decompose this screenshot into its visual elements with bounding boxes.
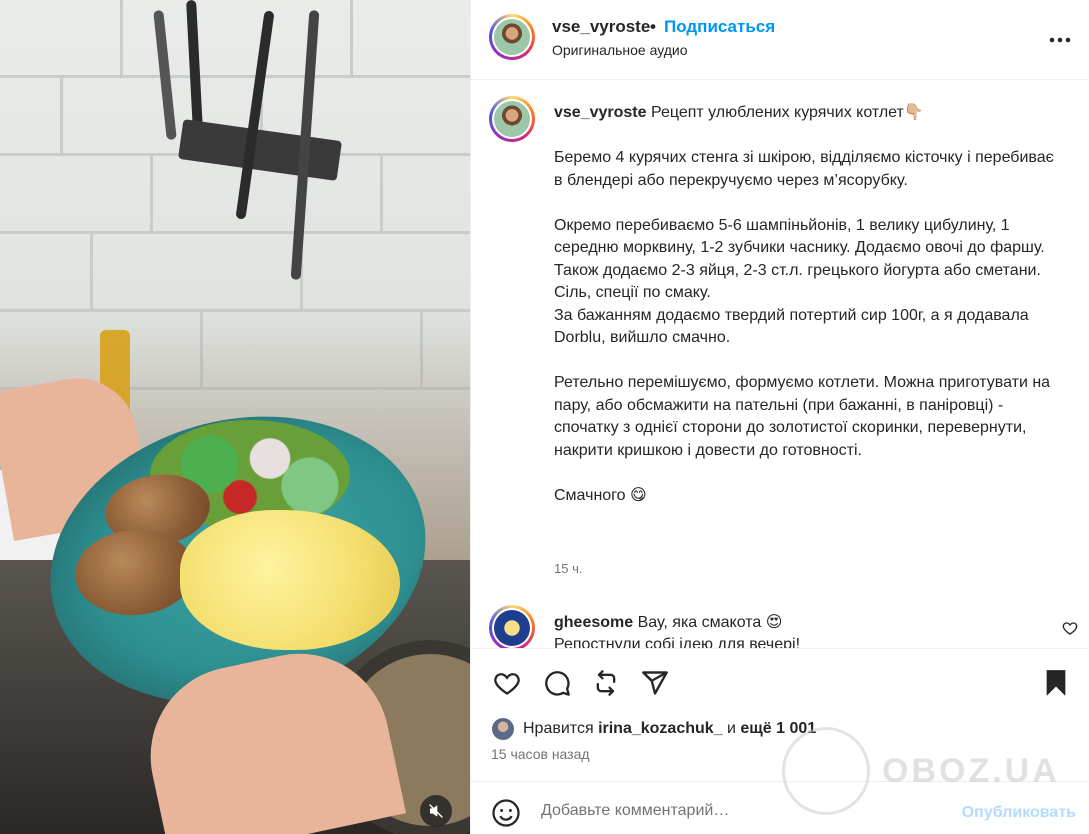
- likes-count[interactable]: ещё 1 001: [740, 720, 816, 738]
- mute-icon: [429, 804, 443, 818]
- audio-link[interactable]: Оригинальное аудио: [552, 42, 688, 58]
- caption-username[interactable]: vse_vyroste: [554, 104, 647, 121]
- heart-icon: [494, 673, 520, 695]
- post-media-video[interactable]: [0, 0, 470, 834]
- author-username[interactable]: vse_vyroste: [552, 17, 650, 37]
- post-header: vse_vyroste • Подписаться Оригинальное а…: [471, 0, 1089, 80]
- author-avatar[interactable]: [489, 14, 535, 60]
- emoji-icon[interactable]: [491, 798, 521, 828]
- post-panel: vse_vyroste • Подписаться Оригинальное а…: [470, 0, 1089, 834]
- share-button[interactable]: [639, 667, 671, 699]
- share-icon: [642, 671, 668, 695]
- comment-heart-icon[interactable]: [1062, 620, 1078, 636]
- repost-button[interactable]: [590, 667, 622, 699]
- comment-input[interactable]: [541, 794, 941, 828]
- likes-conj: и: [727, 720, 736, 737]
- post-caption: vse_vyroste Рецепт улюблених курячих кот…: [554, 102, 1054, 507]
- action-bar: [471, 648, 1089, 718]
- liker-username[interactable]: irina_kozachuk_: [598, 720, 723, 738]
- add-comment-bar: Опубликовать: [471, 781, 1089, 834]
- mute-button[interactable]: [420, 795, 452, 827]
- likes-prefix: Нравится: [523, 720, 594, 737]
- comment-body: gheesome Вау, яка смакота 😍 Репостнули с…: [554, 612, 1034, 648]
- caption-text: Рецепт улюблених курячих котлет👇🏼 Беремо…: [554, 104, 1054, 504]
- mashed-potatoes: [180, 510, 400, 650]
- liker-avatar: [491, 717, 515, 741]
- publish-button[interactable]: Опубликовать: [962, 804, 1076, 822]
- comment-button[interactable]: [541, 667, 573, 699]
- caption-author-avatar[interactable]: [489, 96, 535, 142]
- post-timestamp[interactable]: 15 часов назад: [491, 746, 590, 762]
- likes-summary[interactable]: Нравится irina_kozachuk_ и ещё 1 001: [491, 716, 816, 742]
- separator-dot: •: [650, 17, 656, 36]
- comments-scroll-area[interactable]: vse_vyroste Рецепт улюблених курячих кот…: [471, 80, 1089, 648]
- more-icon: [1049, 37, 1071, 43]
- bookmark-icon: [1046, 670, 1066, 696]
- save-button[interactable]: [1040, 667, 1072, 699]
- more-options-button[interactable]: [1048, 28, 1072, 52]
- caption-timestamp[interactable]: 15 ч.: [554, 561, 582, 576]
- commenter-username[interactable]: gheesome: [554, 614, 633, 631]
- commenter-avatar[interactable]: [489, 605, 535, 648]
- like-button[interactable]: [491, 667, 523, 699]
- follow-button[interactable]: Подписаться: [664, 17, 775, 37]
- repost-icon: [596, 670, 616, 696]
- comment-icon: [545, 671, 570, 696]
